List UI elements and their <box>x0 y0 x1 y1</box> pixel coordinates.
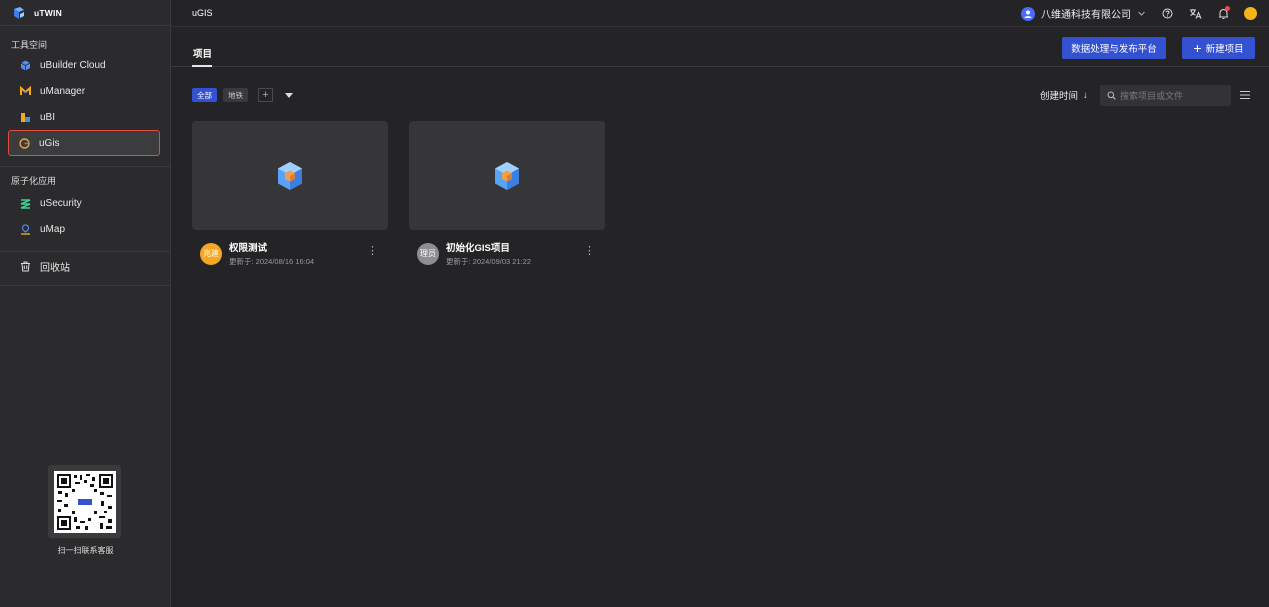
filter-chip-metro[interactable]: 地铁 <box>223 88 248 102</box>
workspace-group-title: 工具空间 <box>11 39 48 50</box>
owner-avatar: 兆建 <box>200 242 222 265</box>
project-updated: 更新于: 2024/08/16 16:04 <box>229 257 315 266</box>
project-card[interactable]: 理员 初始化GIS项目 更新于: 2024/09/03 21:22 ⋮ <box>409 121 605 267</box>
sidebar-item-usecurity[interactable]: uSecurity <box>0 190 170 216</box>
sidebar-item-ubuilder-cloud[interactable]: uBuilder Cloud <box>0 52 170 78</box>
new-project-label: 新建项目 <box>1205 44 1244 55</box>
chevron-down-icon <box>1138 11 1145 16</box>
caret-down-icon[interactable] <box>285 92 293 98</box>
project-meta: 理员 初始化GIS项目 更新于: 2024/09/03 21:22 ⋮ <box>417 240 605 267</box>
tab-active-indicator <box>192 65 212 67</box>
sidebar-item-label: uManager <box>40 85 86 97</box>
translate-icon[interactable] <box>1188 7 1202 21</box>
more-options-icon[interactable]: ⋮ <box>367 244 378 257</box>
tab-bar: 项目 数据处理与发布平台 + 新建项目 <box>171 28 1269 67</box>
project-title[interactable]: 权限测试 <box>229 240 314 254</box>
list-view-icon[interactable] <box>1240 90 1250 100</box>
umap-icon <box>20 223 31 235</box>
sort-button[interactable]: 创建时间 ↓ <box>1040 88 1088 103</box>
cube-icon <box>278 161 302 190</box>
sidebar-item-label: uSecurity <box>40 197 82 209</box>
company-name: 八维通科技有限公司 <box>1041 10 1131 21</box>
umanager-icon <box>20 85 31 97</box>
company-avatar-icon <box>1021 6 1035 21</box>
tab-projects[interactable]: 项目 <box>193 46 212 60</box>
sidebar-item-label: uBuilder Cloud <box>40 59 106 71</box>
sidebar-item-recycle[interactable]: 回收站 <box>0 253 170 279</box>
usecurity-icon <box>20 198 31 209</box>
sidebar-item-label: uBI <box>40 111 56 123</box>
sidebar-item-umanager[interactable]: uManager <box>0 78 170 104</box>
page-title: uGIS <box>192 8 213 18</box>
sidebar: uTWIN 工具空间 uBuilder Cloud uManager uBI u… <box>0 0 171 607</box>
top-right-toolbar: 八维通科技有限公司 <box>1021 0 1257 27</box>
sort-arrow-icon: ↓ <box>1083 89 1088 101</box>
atomic-group-title: 原子化应用 <box>11 175 57 186</box>
notification-dot <box>1225 5 1230 11</box>
new-project-button[interactable]: + 新建项目 <box>1182 37 1255 59</box>
sidebar-item-ubi[interactable]: uBI <box>0 104 170 130</box>
company-switcher[interactable]: 八维通科技有限公司 <box>1021 6 1146 21</box>
sidebar-item-label: uGis <box>39 137 60 149</box>
search-input[interactable] <box>1120 90 1230 101</box>
sort-label: 创建时间 <box>1040 91 1079 102</box>
search-box[interactable] <box>1100 85 1231 106</box>
qr-caption: 扫一扫联系客服 <box>57 546 114 555</box>
ugis-icon <box>19 137 30 149</box>
sidebar-item-ugis[interactable]: uGis <box>8 130 160 156</box>
filter-bar: 全部 地铁 + <box>192 88 293 102</box>
add-filter-button[interactable]: + <box>258 88 273 102</box>
top-bar: uGIS 八维通科技有限公司 <box>171 0 1269 27</box>
brand[interactable]: uTWIN <box>0 0 170 26</box>
help-icon[interactable] <box>1160 7 1174 21</box>
plus-icon: + <box>1193 40 1202 56</box>
project-updated: 更新于: 2024/09/03 21:22 <box>446 257 532 266</box>
trash-icon <box>20 261 31 272</box>
sidebar-item-label: uMap <box>40 223 66 235</box>
ubi-icon <box>20 112 31 123</box>
project-thumbnail[interactable] <box>409 121 605 230</box>
project-meta: 兆建 权限测试 更新于: 2024/08/16 16:04 ⋮ <box>200 240 388 267</box>
user-avatar[interactable] <box>1244 7 1257 20</box>
project-title[interactable]: 初始化GIS项目 <box>446 240 531 254</box>
qr-code-icon <box>53 470 116 533</box>
cube-icon <box>495 161 519 190</box>
ubuilder-icon <box>20 60 31 71</box>
filter-chip-all[interactable]: 全部 <box>192 88 217 102</box>
data-platform-button[interactable]: 数据处理与发布平台 <box>1062 37 1166 59</box>
sidebar-divider <box>0 285 170 286</box>
brand-name: uTWIN <box>34 7 62 18</box>
owner-avatar: 理员 <box>417 242 439 265</box>
bell-icon[interactable] <box>1216 5 1230 21</box>
qr-code <box>48 465 121 538</box>
utwin-logo-icon <box>14 6 24 19</box>
search-icon <box>1107 91 1116 100</box>
sidebar-item-label: 回收站 <box>40 262 70 274</box>
project-thumbnail[interactable] <box>192 121 388 230</box>
project-card[interactable]: 兆建 权限测试 更新于: 2024/08/16 16:04 ⋮ <box>192 121 388 267</box>
sidebar-item-umap[interactable]: uMap <box>0 216 170 242</box>
more-options-icon[interactable]: ⋮ <box>584 244 595 257</box>
